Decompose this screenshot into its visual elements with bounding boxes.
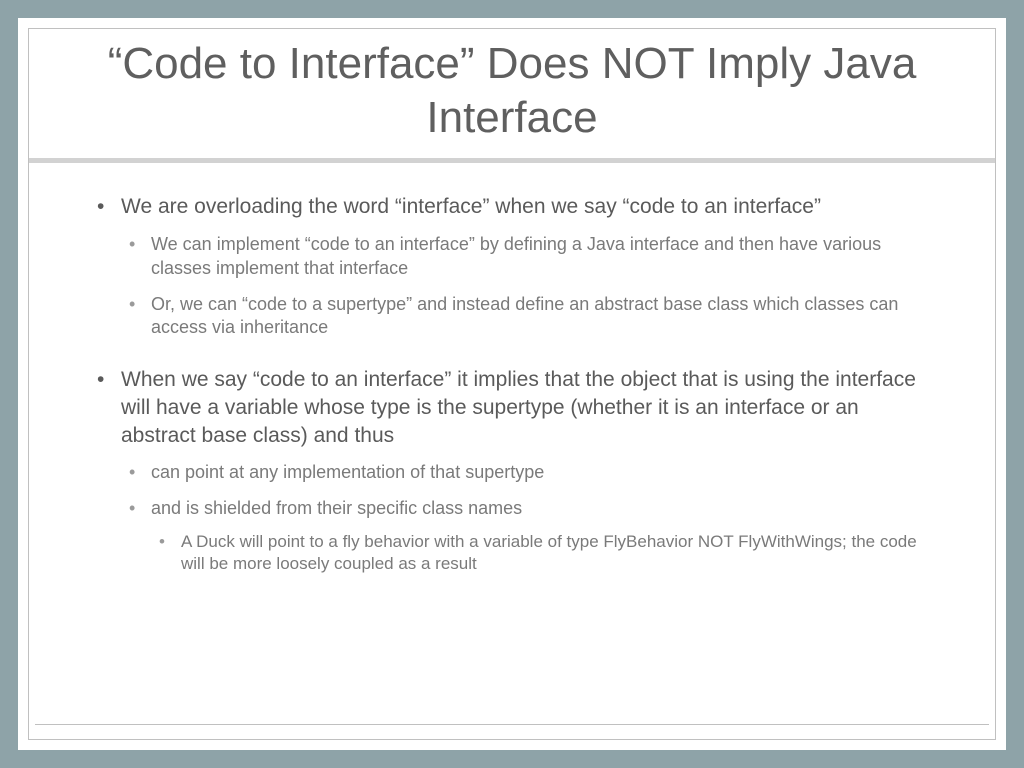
bullet-text: We can implement “code to an interface” … [151, 234, 881, 278]
bullet-text: and is shielded from their specific clas… [151, 498, 522, 518]
list-item: A Duck will point to a fly behavior with… [151, 531, 935, 576]
bullet-text: can point at any implementation of that … [151, 462, 544, 482]
bullet-list-level2: We can implement “code to an interface” … [121, 233, 935, 340]
bullet-list-level3: A Duck will point to a fly behavior with… [151, 531, 935, 576]
list-item: When we say “code to an interface” it im… [89, 366, 935, 576]
title-section: “Code to Interface” Does NOT Imply Java … [29, 29, 995, 158]
bullet-text: Or, we can “code to a supertype” and ins… [151, 294, 898, 338]
slide-title: “Code to Interface” Does NOT Imply Java … [69, 37, 955, 144]
list-item: can point at any implementation of that … [121, 461, 935, 485]
slide-content: We are overloading the word “interface” … [29, 163, 995, 724]
list-item: We can implement “code to an interface” … [121, 233, 935, 281]
slide-inner-frame: “Code to Interface” Does NOT Imply Java … [28, 28, 996, 740]
list-item: Or, we can “code to a supertype” and ins… [121, 293, 935, 341]
bottom-divider [35, 724, 989, 725]
bullet-text: When we say “code to an interface” it im… [121, 368, 916, 446]
bullet-list-level1: We are overloading the word “interface” … [89, 193, 935, 575]
bullet-text: We are overloading the word “interface” … [121, 195, 821, 218]
bullet-list-level2: can point at any implementation of that … [121, 461, 935, 575]
slide-outer-frame: “Code to Interface” Does NOT Imply Java … [18, 18, 1006, 750]
list-item: and is shielded from their specific clas… [121, 497, 935, 576]
list-item: We are overloading the word “interface” … [89, 193, 935, 340]
bullet-text: A Duck will point to a fly behavior with… [181, 532, 917, 573]
